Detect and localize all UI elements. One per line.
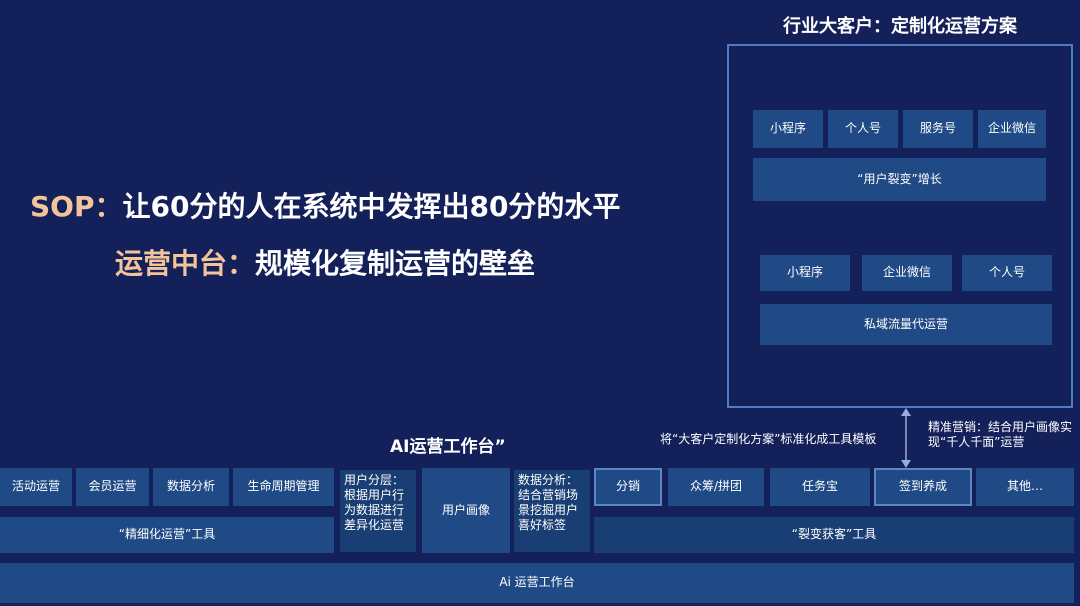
left-footer: “精细化运营”工具 — [0, 517, 334, 553]
middle-platform-headline: 运营中台：规模化复制运营的壁垒 — [115, 242, 535, 282]
data-analysis-note: 数据分析：结合营销场景挖掘用户喜好标签 — [514, 470, 590, 552]
tool-checkin-growth: 签到养成 — [874, 468, 972, 506]
tool-distribution: 分销 — [594, 468, 662, 506]
tool-crowdfunding: 众筹/拼团 — [668, 468, 764, 506]
group2-item-wecom: 企业微信 — [862, 255, 952, 291]
sop-text: 让60分的人在系统中发挥出80分的水平 — [122, 190, 621, 223]
group1-item-wecom: 企业微信 — [978, 110, 1046, 148]
custom-panel — [727, 44, 1073, 408]
sop-headline: SOP：让60分的人在系统中发挥出80分的水平 — [30, 185, 620, 225]
middle-platform-prefix: 运营中台： — [115, 247, 256, 280]
group1-item-miniprogram: 小程序 — [753, 110, 823, 148]
group2-item-personal-account: 个人号 — [962, 255, 1052, 291]
group1-footer: “用户裂变”增长 — [753, 158, 1046, 201]
group1-item-service-account: 服务号 — [903, 110, 973, 148]
tool-task-treasure: 任务宝 — [770, 468, 870, 506]
tool-data-analysis: 数据分析 — [153, 468, 229, 506]
platform-title: AI运营工作台” — [390, 437, 506, 457]
right-footer: “裂变获客”工具 — [594, 517, 1074, 553]
tool-member-ops: 会员运营 — [76, 468, 149, 506]
custom-panel-title: 行业大客户：定制化运营方案 — [783, 16, 1017, 37]
tool-other: 其他… — [976, 468, 1074, 506]
sop-prefix: SOP： — [30, 190, 123, 223]
tool-activity-ops: 活动运营 — [0, 468, 72, 506]
tool-lifecycle-mgmt: 生命周期管理 — [233, 468, 334, 506]
group2-footer: 私域流量代运营 — [760, 304, 1052, 345]
precision-note: 精准营销：结合用户画像实现“千人千面”运营 — [928, 420, 1073, 449]
group1-item-personal-account: 个人号 — [828, 110, 898, 148]
group2-item-miniprogram: 小程序 — [760, 255, 850, 291]
user-layering-note: 用户分层：根据用户行为数据进行差异化运营 — [340, 470, 416, 552]
template-note: 将“大客户定制化方案”标准化成工具模板 — [660, 432, 877, 446]
user-profile-block: 用户画像 — [422, 468, 510, 553]
platform-base: Ai 运营工作台 — [0, 563, 1074, 603]
middle-platform-text: 规模化复制运营的壁垒 — [255, 247, 536, 280]
